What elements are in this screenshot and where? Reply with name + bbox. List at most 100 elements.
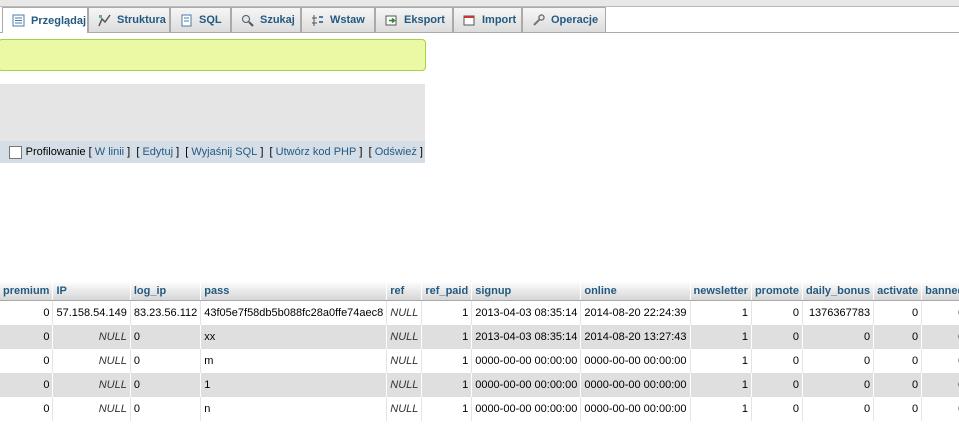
cell[interactable]: m bbox=[200, 349, 388, 373]
cell[interactable]: 43f05e7f58db5b088fc28a0ffe74aec8 bbox=[200, 300, 388, 325]
cell[interactable]: 0 bbox=[921, 325, 959, 349]
profiling-label: Profilowanie bbox=[25, 146, 86, 158]
column-header-banned[interactable]: banned bbox=[921, 281, 959, 301]
table-row[interactable]: 0 NULL 0 xx NULL 1 2013-04-03 08:35:14 2… bbox=[0, 325, 959, 349]
cell[interactable]: 2013-04-03 08:35:14 bbox=[471, 325, 582, 349]
cell[interactable]: NULL bbox=[386, 325, 423, 349]
cell[interactable]: NULL bbox=[52, 349, 131, 373]
table-row[interactable]: 0 NULL 0 m NULL 1 0000-00-00 00:00:00 00… bbox=[0, 349, 959, 373]
cell[interactable]: 0 bbox=[0, 373, 54, 397]
cell[interactable]: 1 bbox=[421, 373, 473, 397]
cell[interactable]: 0 bbox=[130, 349, 202, 373]
column-header-daily-bonus[interactable]: daily_bonus bbox=[802, 281, 875, 301]
table-row[interactable]: 0 NULL 0 1 NULL 1 0000-00-00 00:00:00 00… bbox=[0, 373, 959, 397]
table-row[interactable]: 0 57.158.54.149 83.23.56.112 43f05e7f58d… bbox=[0, 300, 959, 325]
cell[interactable]: 1 bbox=[421, 397, 473, 421]
cell[interactable]: 2014-08-20 13:27:43 bbox=[580, 325, 691, 349]
cell[interactable]: 0 bbox=[921, 397, 959, 421]
profiling-checkbox[interactable] bbox=[8, 145, 22, 159]
cell[interactable]: 1 bbox=[690, 397, 752, 421]
tab-import[interactable]: Import bbox=[453, 7, 522, 32]
cell[interactable]: 0 bbox=[751, 325, 803, 349]
cell[interactable]: 2013-04-03 08:35:14 bbox=[471, 300, 582, 325]
column-header-ref[interactable]: ref bbox=[386, 281, 423, 301]
cell[interactable]: 2014-08-20 22:24:39 bbox=[580, 300, 691, 325]
window-top-bar bbox=[0, 0, 959, 7]
cell[interactable]: 0 bbox=[921, 300, 959, 325]
tab-search[interactable]: Szukaj bbox=[231, 7, 301, 32]
cell[interactable]: 0 bbox=[0, 300, 54, 325]
column-header-promote[interactable]: promote bbox=[751, 281, 803, 301]
cell[interactable]: 1 bbox=[690, 373, 752, 397]
cell[interactable]: 0 bbox=[751, 349, 803, 373]
cell[interactable]: NULL bbox=[52, 373, 131, 397]
cell[interactable]: 1 bbox=[421, 349, 473, 373]
cell[interactable]: 0 bbox=[130, 325, 202, 349]
cell[interactable]: 0000-00-00 00:00:00 bbox=[580, 349, 691, 373]
cell[interactable]: 0 bbox=[873, 397, 923, 421]
cell[interactable]: 1 bbox=[200, 373, 388, 397]
cell[interactable]: 0000-00-00 00:00:00 bbox=[471, 349, 582, 373]
explain-sql-link[interactable]: Wyjaśnij SQL bbox=[191, 146, 257, 158]
create-php-code-link[interactable]: Utwórz kod PHP bbox=[276, 146, 357, 158]
column-header-activate[interactable]: activate bbox=[873, 281, 923, 301]
cell[interactable]: 0000-00-00 00:00:00 bbox=[471, 373, 582, 397]
tab-insert[interactable]: Wstaw bbox=[301, 7, 375, 32]
cell[interactable]: 0 bbox=[0, 325, 54, 349]
cell[interactable]: 0 bbox=[802, 373, 875, 397]
cell[interactable]: 0000-00-00 00:00:00 bbox=[471, 397, 582, 421]
cell[interactable]: 1 bbox=[421, 300, 473, 325]
column-header-signup[interactable]: signup bbox=[471, 281, 582, 301]
tab-operations[interactable]: Operacje bbox=[522, 7, 606, 32]
edit-link[interactable]: Edytuj bbox=[142, 146, 173, 158]
cell[interactable]: 57.158.54.149 bbox=[52, 300, 131, 325]
cell[interactable]: 0 bbox=[751, 300, 803, 325]
cell[interactable]: 0 bbox=[751, 373, 803, 397]
cell[interactable]: 0 bbox=[130, 373, 202, 397]
cell[interactable]: xx bbox=[200, 325, 388, 349]
cell[interactable]: 0 bbox=[921, 373, 959, 397]
column-header-pass[interactable]: pass bbox=[200, 281, 388, 301]
tab-export[interactable]: Eksport bbox=[375, 7, 453, 32]
cell[interactable]: 0 bbox=[130, 397, 202, 421]
cell[interactable]: 0 bbox=[802, 349, 875, 373]
cell[interactable]: 0 bbox=[873, 349, 923, 373]
cell[interactable]: NULL bbox=[386, 373, 423, 397]
cell[interactable]: 0 bbox=[873, 373, 923, 397]
cell[interactable]: NULL bbox=[52, 397, 131, 421]
tab-sql[interactable]: SQL bbox=[170, 7, 231, 32]
cell[interactable]: NULL bbox=[386, 300, 423, 325]
cell[interactable]: 0 bbox=[0, 397, 54, 421]
cell[interactable]: 0 bbox=[0, 349, 54, 373]
table-row[interactable]: 0 NULL 0 n NULL 1 0000-00-00 00:00:00 00… bbox=[0, 397, 959, 421]
cell[interactable]: 0 bbox=[873, 325, 923, 349]
cell[interactable]: 0 bbox=[873, 300, 923, 325]
column-header-log-ip[interactable]: log_ip bbox=[130, 281, 202, 301]
success-message-box bbox=[0, 39, 426, 71]
cell[interactable]: 1 bbox=[690, 325, 752, 349]
cell[interactable]: NULL bbox=[52, 325, 131, 349]
column-header-newsletter[interactable]: newsletter bbox=[690, 281, 752, 301]
cell[interactable]: 0 bbox=[802, 325, 875, 349]
cell[interactable]: 1 bbox=[690, 300, 752, 325]
refresh-link[interactable]: Odśwież bbox=[375, 146, 417, 158]
cell[interactable]: NULL bbox=[386, 349, 423, 373]
cell[interactable]: 83.23.56.112 bbox=[130, 300, 202, 325]
cell[interactable]: 0 bbox=[751, 397, 803, 421]
cell[interactable]: 1 bbox=[690, 349, 752, 373]
cell[interactable]: 0 bbox=[921, 349, 959, 373]
column-header-premium[interactable]: premium bbox=[0, 281, 54, 301]
column-header-ref-paid[interactable]: ref_paid bbox=[421, 281, 473, 301]
cell[interactable]: NULL bbox=[386, 397, 423, 421]
tab-structure[interactable]: Struktura bbox=[88, 7, 170, 32]
column-header-ip[interactable]: IP bbox=[52, 281, 131, 301]
cell[interactable]: n bbox=[200, 397, 388, 421]
inline-link[interactable]: W linii bbox=[95, 146, 124, 158]
cell[interactable]: 0000-00-00 00:00:00 bbox=[580, 397, 691, 421]
cell[interactable]: 0000-00-00 00:00:00 bbox=[580, 373, 691, 397]
cell[interactable]: 1376367783 bbox=[802, 300, 875, 325]
tab-browse[interactable]: Przeglądaj bbox=[2, 7, 88, 33]
column-header-online[interactable]: online bbox=[580, 281, 691, 301]
cell[interactable]: 1 bbox=[421, 325, 473, 349]
cell[interactable]: 0 bbox=[802, 397, 875, 421]
